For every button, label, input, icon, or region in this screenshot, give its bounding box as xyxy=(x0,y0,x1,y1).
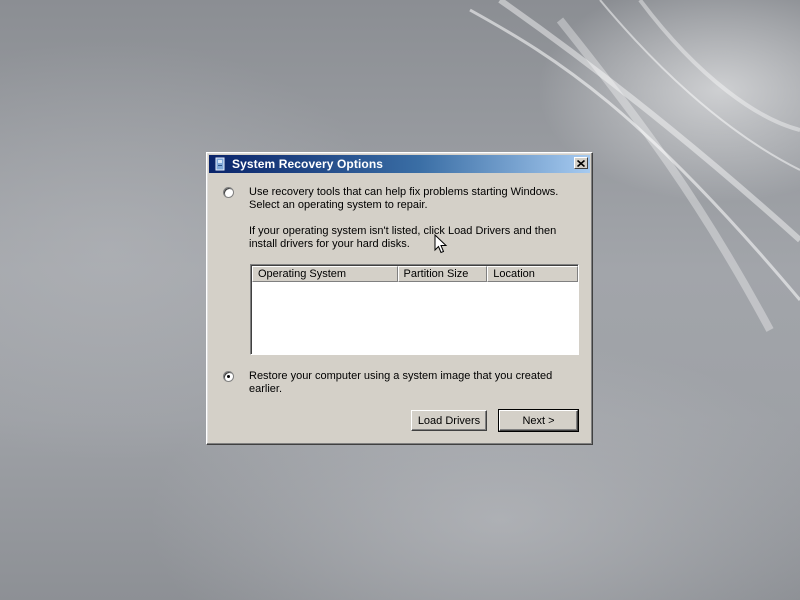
recovery-tools-label-line1: Use recovery tools that can help fix pro… xyxy=(249,186,559,198)
window-title: System Recovery Options xyxy=(232,157,384,171)
recovery-tools-label-line2: Select an operating system to repair. xyxy=(249,199,428,211)
system-image-label-line2: earlier. xyxy=(249,383,283,395)
system-recovery-dialog: System Recovery Options Use recovery too… xyxy=(206,152,593,445)
close-icon xyxy=(577,159,585,167)
column-location[interactable]: Location xyxy=(487,266,578,282)
mouse-pointer-icon xyxy=(434,234,448,254)
title-bar[interactable]: System Recovery Options xyxy=(209,155,590,173)
driver-note-line1: If your operating system isn't listed, c… xyxy=(249,225,557,237)
column-partition-size[interactable]: Partition Size xyxy=(397,266,488,282)
column-operating-system[interactable]: Operating System xyxy=(252,266,398,282)
radio-selected-dot xyxy=(227,375,230,378)
load-drivers-button[interactable]: Load Drivers xyxy=(411,410,487,431)
computer-repair-icon xyxy=(213,157,227,171)
system-image-label-line1: Restore your computer using a system ima… xyxy=(249,370,553,382)
recovery-tools-radio[interactable] xyxy=(223,187,234,198)
system-image-radio[interactable] xyxy=(223,371,234,382)
operating-system-list[interactable]: Operating System Partition Size Location xyxy=(250,264,579,355)
list-header: Operating System Partition Size Location xyxy=(252,266,578,282)
next-button[interactable]: Next > xyxy=(498,409,579,432)
close-button[interactable] xyxy=(574,157,588,169)
driver-note-line2: install drivers for your hard disks. xyxy=(249,238,410,250)
